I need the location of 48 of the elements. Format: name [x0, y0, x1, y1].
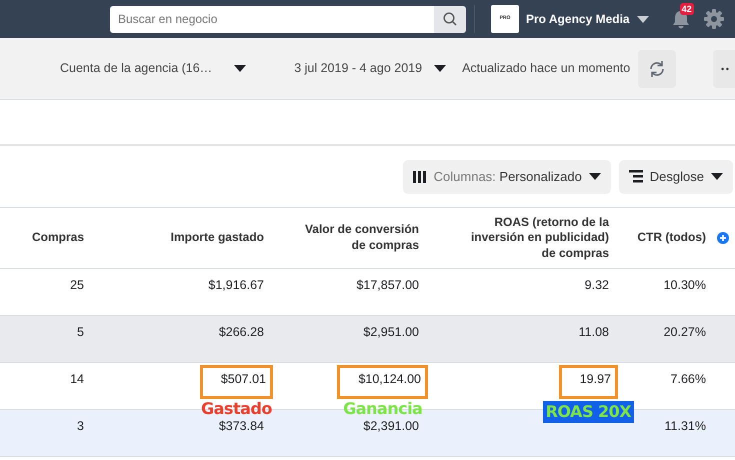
column-header[interactable]: Importe gastado: [95, 230, 275, 246]
search-field[interactable]: Buscar en negocio: [110, 6, 434, 32]
highlighted-cell: $10,124.00: [337, 365, 428, 399]
annotation-label: ROAS 20X: [542, 400, 634, 423]
column-header[interactable]: CTR (todos): [620, 230, 717, 246]
table-cell: 7.66%: [670, 372, 706, 386]
table-cell: $266.28: [218, 325, 264, 339]
search-icon: [443, 12, 457, 26]
column-header[interactable]: Valor de conversión de compras: [275, 222, 430, 254]
notification-count: 42: [680, 3, 694, 15]
more-icon: [721, 66, 729, 70]
table-cell: 11.08: [578, 325, 609, 339]
update-status: Actualizado hace un momento: [462, 60, 630, 78]
table-cell: 25: [70, 278, 84, 292]
table-cell: 10.30%: [664, 278, 706, 292]
column-header[interactable]: ROAS (retorno de la inversión en publicidad) de compras: [430, 214, 620, 262]
table-cell: 3: [77, 419, 84, 433]
caret-icon: [711, 173, 723, 180]
table-cell: 9.32: [584, 278, 609, 292]
table-cell: $1,916.67: [208, 278, 264, 292]
caret-icon[interactable]: [234, 65, 246, 72]
columns-icon: [412, 170, 427, 182]
date-range-selector[interactable]: 3 jul 2019 - 4 ago 2019: [294, 59, 422, 78]
breakdown-button[interactable]: Desglose: [618, 160, 733, 194]
table-row[interactable]: 5 $266.28 $2,951.00 11.08 20.27%: [0, 316, 735, 363]
account-selector[interactable]: Cuenta de la agencia (16…: [60, 59, 212, 78]
table-cell: $17,857.00: [356, 278, 419, 292]
highlighted-cell: $507.01: [200, 365, 273, 399]
columns-button[interactable]: Columnas: Personalizado: [402, 160, 611, 194]
table-cell: 11.31%: [664, 419, 706, 433]
table-cell: 20.27%: [664, 325, 706, 339]
highlighted-cell: 19.97: [558, 365, 618, 399]
caret-icon[interactable]: [434, 65, 446, 72]
column-header[interactable]: Compras: [0, 230, 95, 246]
refresh-button[interactable]: [638, 50, 676, 88]
refresh-icon: [648, 60, 666, 78]
table-cell: 14: [70, 372, 84, 386]
table-cell: 5: [77, 325, 84, 339]
table-cell: $2,951.00: [363, 325, 419, 339]
breakdown-icon: [628, 170, 643, 183]
table-cell: $2,391.00: [363, 419, 419, 433]
settings-icon[interactable]: [702, 8, 725, 30]
search-button[interactable]: [434, 6, 466, 32]
caret-icon: [588, 173, 601, 180]
business-name[interactable]: Pro Agency Media: [526, 10, 630, 28]
add-column-icon[interactable]: [717, 232, 729, 244]
caret-icon: [636, 16, 649, 22]
table-cell: $373.84: [218, 419, 264, 433]
